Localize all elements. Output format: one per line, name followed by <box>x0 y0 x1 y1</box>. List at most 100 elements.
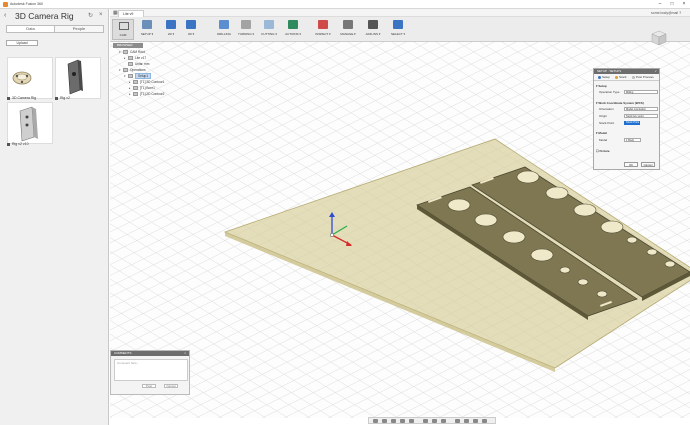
ok-button[interactable]: OK <box>624 162 638 167</box>
tool-label: ADD-INS ▾ <box>365 32 381 36</box>
file-name[interactable]: Rig v2 <box>55 96 70 100</box>
tool-label: INSPECT ▾ <box>315 32 331 36</box>
help-icon[interactable]: ? <box>679 10 681 15</box>
tool-label: SETUP ▾ <box>140 32 154 36</box>
drill-icon <box>219 20 229 29</box>
cam-root-icon <box>123 50 128 55</box>
zoom-icon[interactable] <box>400 419 405 423</box>
toolpath-toggle-icon[interactable] <box>473 419 478 423</box>
stock-point-picker[interactable]: Stock Point <box>624 121 640 125</box>
inspect-menu[interactable]: INSPECT ▾ <box>313 19 333 39</box>
grid-settings-icon[interactable] <box>432 419 437 423</box>
viewports-icon[interactable] <box>441 419 446 423</box>
operation-type-select[interactable]: Milling <box>624 90 658 94</box>
2d-toolpath-icon <box>166 20 176 29</box>
file-thumbnail[interactable] <box>55 57 101 99</box>
window-title: Autodesk Fusion 360 <box>10 2 43 6</box>
lathe-icon <box>241 20 251 29</box>
section-model[interactable]: ▾ Model <box>596 131 607 135</box>
close-comments-icon[interactable]: × <box>184 351 186 356</box>
origin-select[interactable]: Stock box point <box>624 114 658 118</box>
3d-menu[interactable]: 3D ▾ <box>182 19 200 39</box>
fit-icon[interactable] <box>409 419 414 423</box>
simulation-icon[interactable] <box>455 419 460 423</box>
document-icon <box>128 62 133 67</box>
minimize-button[interactable]: – <box>654 1 666 8</box>
origin-label: Origin <box>599 114 608 118</box>
section-wcs[interactable]: ▾ Work Coordinate System (WCS) <box>596 101 644 105</box>
section-fixture[interactable]: ☐ Fixture <box>596 149 610 153</box>
tool-label: ACTIONS ▾ <box>285 32 301 36</box>
orientation-select[interactable]: Model orientation <box>624 107 658 111</box>
model-label: Model <box>599 138 608 142</box>
manage-icon <box>343 20 353 29</box>
view-cube[interactable] <box>649 28 669 48</box>
close-panel-icon[interactable]: × <box>99 12 103 18</box>
fusion-app: Autodesk Fusion 360 – □ × ‹ 3D Camera Ri… <box>0 0 690 425</box>
tool-toggle-icon[interactable] <box>482 419 487 423</box>
comment-input[interactable]: Comment here... <box>114 359 188 381</box>
tab-stock[interactable]: Stock <box>613 75 629 80</box>
file-name[interactable]: Rig v2 v10 <box>7 142 29 146</box>
maximize-button[interactable]: □ <box>666 1 678 8</box>
upload-button[interactable]: Upload <box>6 40 38 46</box>
back-icon[interactable]: ‹ <box>4 12 6 19</box>
document-tab-bar: ▦ Lite v9 some.body@mail ? <box>110 9 690 17</box>
actions-menu[interactable]: ACTIONS ▾ <box>282 19 304 39</box>
document-tab[interactable]: Lite v9 <box>118 10 144 17</box>
pan-icon[interactable] <box>391 419 396 423</box>
file-name[interactable]: 3D Camera Rig <box>7 96 36 100</box>
close-window-button[interactable]: × <box>678 1 690 8</box>
tool-label: SELECT ▾ <box>391 32 405 36</box>
dialog-tabs: Setup Stock Post Process <box>594 74 659 81</box>
2d-menu[interactable]: 2D ▾ <box>162 19 180 39</box>
tree-node-operation[interactable]: ▸ [T1] 2D Contour2 <box>129 91 164 97</box>
tool-label: MANAGE ▾ <box>340 32 356 36</box>
post-tab-icon <box>632 75 635 79</box>
setup-icon <box>128 74 133 79</box>
3d-toolpath-icon <box>186 20 196 29</box>
section-setup[interactable]: ▾ Setup <box>596 84 607 88</box>
add-ins-menu[interactable]: ADD-INS ▾ <box>363 19 383 39</box>
setup-icon <box>142 20 152 29</box>
turning-menu[interactable]: TURNING ▾ <box>236 19 256 39</box>
orientation-label: Orientation <box>599 107 614 111</box>
tab-post-process[interactable]: Post Process <box>630 75 656 80</box>
select-menu[interactable]: SELECT ▾ <box>388 19 408 39</box>
model-selection[interactable]: 1 Body <box>624 138 641 142</box>
refresh-icon[interactable]: ↻ <box>88 12 93 19</box>
cancel-button[interactable]: Cancel <box>641 162 655 167</box>
file-type-icon <box>55 96 58 100</box>
tab-people[interactable]: People <box>55 26 103 32</box>
tool-label: 3D ▾ <box>187 32 195 36</box>
display-settings-icon[interactable] <box>423 419 428 423</box>
cutting-icon <box>264 20 274 29</box>
rig-v2-v10-preview <box>19 106 38 142</box>
toolpath-icon <box>133 92 138 97</box>
stock-toggle-icon[interactable] <box>464 419 469 423</box>
tool-label: CUTTING ▾ <box>261 32 277 36</box>
manage-menu[interactable]: MANAGE ▾ <box>338 19 358 39</box>
setup-menu[interactable]: SETUP ▾ <box>136 19 158 39</box>
component-icon <box>128 56 133 61</box>
comments-panel: COMMENTS × Comment here... Post Cancel <box>110 350 190 395</box>
browser-tree: BROWSER ▾ CAM Root ▸ Lite v17 Units: mm ▾ O… <box>113 43 193 103</box>
file-thumbnail[interactable] <box>7 57 53 99</box>
tab-setup[interactable]: Setup <box>596 75 612 80</box>
tab-data[interactable]: Data <box>7 26 55 32</box>
drilling-tool[interactable]: DRILLING <box>214 19 234 39</box>
stock-point-label: Stock Point <box>599 121 615 125</box>
app-logo-icon <box>3 2 8 7</box>
orbit-icon[interactable] <box>373 419 378 423</box>
cutting-menu[interactable]: CUTTING ▾ <box>258 19 280 39</box>
browser-header: BROWSER <box>113 43 143 48</box>
look-at-icon[interactable] <box>382 419 387 423</box>
cancel-comment-button[interactable]: Cancel <box>164 384 178 388</box>
select-icon <box>393 20 403 29</box>
stock-tab-icon <box>615 75 618 79</box>
toolpath-icon <box>133 80 138 85</box>
user-account[interactable]: some.body@mail <box>651 11 678 15</box>
data-panel-tabs: Data People <box>6 25 104 33</box>
file-thumbnail[interactable] <box>7 102 53 144</box>
post-comment-button[interactable]: Post <box>142 384 156 388</box>
